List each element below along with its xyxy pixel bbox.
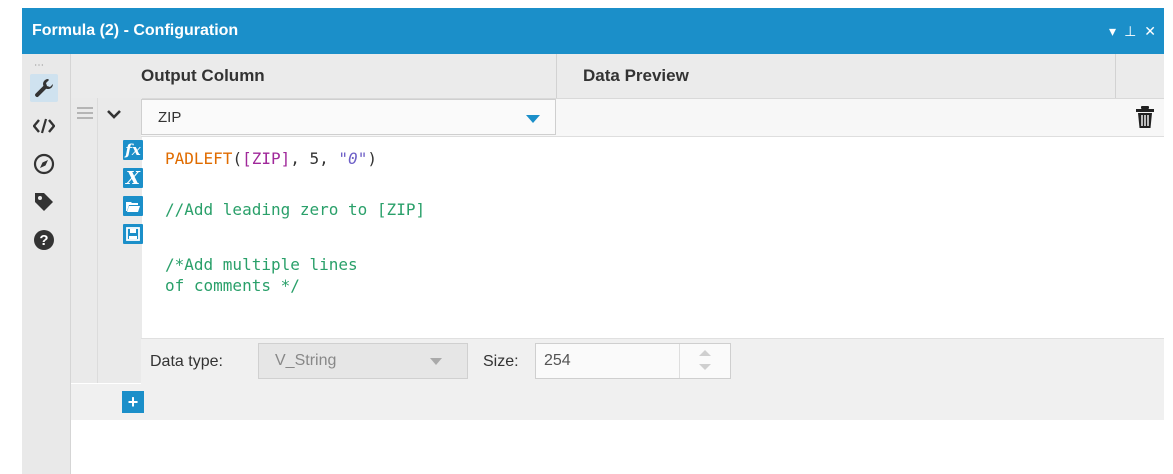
formula-row-header: ZIP: [141, 99, 1164, 137]
add-row-bar: +: [71, 384, 1164, 420]
variable-icon[interactable]: X: [123, 168, 143, 189]
code-icon[interactable]: [30, 112, 58, 140]
output-column-header: Output Column: [141, 66, 265, 85]
size-field[interactable]: 254: [535, 343, 731, 379]
window-controls: ▾ ⊥ ✕: [1109, 8, 1156, 54]
drag-handle-icon: [77, 104, 93, 124]
data-type-select: V_String: [258, 343, 468, 379]
delete-icon[interactable]: [1135, 105, 1157, 129]
add-formula-button[interactable]: +: [122, 391, 144, 413]
row-drag-handle[interactable]: [71, 98, 97, 383]
function-name: PADLEFT: [165, 149, 233, 168]
stepper-down-icon: [699, 364, 711, 370]
sidebar-grip-icon: ⋯: [34, 60, 45, 71]
svg-text:?: ?: [39, 232, 48, 249]
column-divider[interactable]: [556, 54, 557, 98]
fx-icon[interactable]: fx: [123, 140, 143, 160]
code-line-expression: PADLEFT([ZIP], 5, "0"): [165, 149, 377, 168]
open-folder-icon[interactable]: [123, 196, 143, 216]
code-line-block-comment-2: of comments */: [165, 276, 300, 295]
grid-header: Output Column Data Preview: [71, 54, 1164, 99]
dropdown-arrow-icon[interactable]: [526, 115, 540, 123]
expression-editor[interactable]: PADLEFT([ZIP], 5, "0") //Add leading zer…: [145, 138, 1164, 334]
code-line-comment: //Add leading zero to [ZIP]: [165, 200, 426, 219]
argument-separator: , 5,: [290, 149, 339, 168]
close-paren: ): [367, 149, 377, 168]
size-stepper: [679, 344, 730, 378]
size-value: 254: [544, 352, 571, 369]
output-column-value: ZIP: [158, 109, 182, 126]
stepper-up-icon: [699, 350, 711, 356]
help-icon[interactable]: ?: [30, 226, 58, 254]
save-icon[interactable]: [123, 224, 143, 244]
data-type-value: V_String: [275, 352, 337, 369]
tag-icon[interactable]: [30, 188, 58, 216]
open-paren: (: [232, 149, 243, 168]
data-type-row: Data type: V_String Size: 254: [141, 338, 1164, 385]
expression-toolbar: fx X: [123, 140, 143, 252]
dropdown-arrow-icon: [430, 358, 442, 365]
code-line-block-comment-1: /*Add multiple lines: [165, 255, 358, 274]
formula-configuration-panel: Formula (2) - Configuration ▾ ⊥ ✕ ⋯ ? Ou…: [22, 8, 1164, 474]
data-preview-header: Data Preview: [583, 66, 689, 85]
chevron-down-icon[interactable]: [106, 104, 122, 125]
close-icon[interactable]: ✕: [1144, 23, 1156, 40]
config-sidebar: ⋯ ?: [22, 54, 71, 474]
title-bar: Formula (2) - Configuration ▾ ⊥ ✕: [22, 8, 1164, 54]
field-reference: [ZIP]: [242, 149, 291, 168]
panel-menu-icon[interactable]: ▾: [1109, 23, 1116, 40]
empty-grid-area: [71, 420, 1164, 474]
wrench-icon[interactable]: [30, 74, 58, 102]
formula-grid: Output Column Data Preview ZIP fx X PADL…: [71, 54, 1164, 474]
size-label: Size:: [483, 353, 519, 370]
data-type-label: Data type:: [150, 353, 223, 370]
string-literal: "0": [338, 149, 368, 168]
window-title: Formula (2) - Configuration: [32, 22, 239, 39]
pin-icon[interactable]: ⊥: [1124, 23, 1136, 40]
compass-icon[interactable]: [30, 150, 58, 178]
output-column-select[interactable]: ZIP: [141, 99, 556, 135]
column-divider[interactable]: [1115, 54, 1116, 98]
